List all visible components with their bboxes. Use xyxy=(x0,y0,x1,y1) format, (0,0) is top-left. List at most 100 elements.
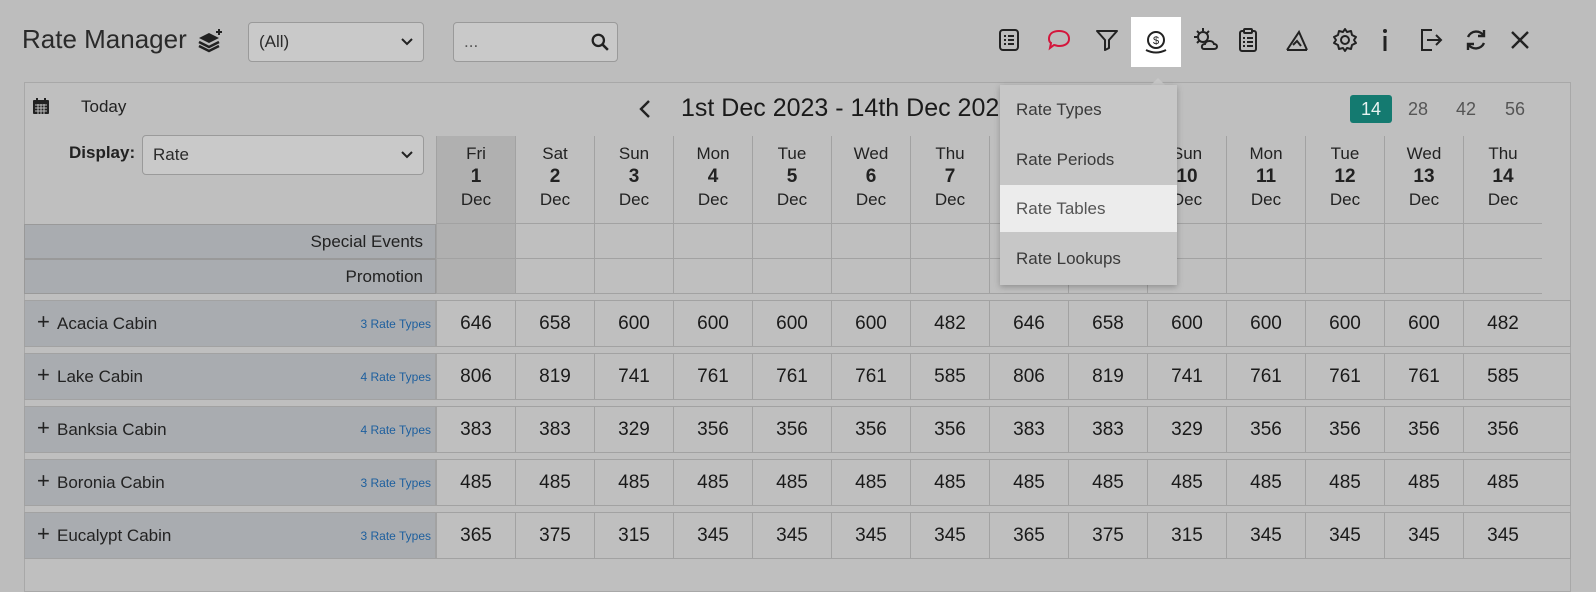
rate-cell[interactable]: 383 xyxy=(1068,406,1147,453)
special-event-cell[interactable] xyxy=(1384,224,1463,259)
rate-cell[interactable]: 383 xyxy=(989,406,1068,453)
range-28-button[interactable]: 28 xyxy=(1397,95,1439,123)
rate-cell[interactable]: 585 xyxy=(910,353,989,400)
rate-cell[interactable]: 345 xyxy=(673,512,752,559)
rate-cell[interactable]: 761 xyxy=(1384,353,1463,400)
search-input[interactable]: ... xyxy=(464,32,478,52)
room-type-name[interactable]: Eucalypt Cabin xyxy=(57,526,171,546)
rate-types-link[interactable]: 3 Rate Types xyxy=(361,529,432,543)
special-event-cell[interactable] xyxy=(910,224,989,259)
special-event-cell[interactable] xyxy=(1305,224,1384,259)
rate-cell[interactable]: 806 xyxy=(989,353,1068,400)
rate-cell[interactable]: 485 xyxy=(436,459,515,506)
rate-cell[interactable]: 761 xyxy=(831,353,910,400)
rate-cell[interactable]: 600 xyxy=(1384,300,1463,347)
promotion-cell[interactable] xyxy=(910,259,989,294)
search-box[interactable]: ... xyxy=(453,22,618,62)
special-event-cell[interactable] xyxy=(515,224,594,259)
menu-item-rate-types[interactable]: Rate Types xyxy=(1000,86,1177,133)
promotion-cell[interactable] xyxy=(1305,259,1384,294)
rate-cell[interactable]: 741 xyxy=(1147,353,1226,400)
rate-cell[interactable]: 365 xyxy=(436,512,515,559)
promotion-cell[interactable] xyxy=(515,259,594,294)
rate-cell[interactable]: 761 xyxy=(673,353,752,400)
rate-cell[interactable]: 485 xyxy=(1384,459,1463,506)
rate-cell[interactable]: 600 xyxy=(1147,300,1226,347)
room-type-name[interactable]: Acacia Cabin xyxy=(57,314,157,334)
rate-cell[interactable]: 485 xyxy=(515,459,594,506)
menu-item-rate-tables[interactable]: Rate Tables xyxy=(1000,185,1177,232)
room-type-name[interactable]: Boronia Cabin xyxy=(57,473,165,493)
promotion-cell[interactable] xyxy=(436,259,515,294)
special-event-cell[interactable] xyxy=(1463,224,1542,259)
chat-icon[interactable] xyxy=(1039,20,1079,60)
rate-cell[interactable]: 345 xyxy=(1226,512,1305,559)
promotion-cell[interactable] xyxy=(831,259,910,294)
rate-cell[interactable]: 819 xyxy=(1068,353,1147,400)
rate-cell[interactable]: 485 xyxy=(1463,459,1542,506)
rate-cell[interactable]: 482 xyxy=(910,300,989,347)
rate-cell[interactable]: 375 xyxy=(1068,512,1147,559)
rate-cell[interactable]: 485 xyxy=(752,459,831,506)
rate-cell[interactable]: 356 xyxy=(910,406,989,453)
rate-cell[interactable]: 356 xyxy=(1384,406,1463,453)
rate-cell[interactable]: 329 xyxy=(1147,406,1226,453)
rate-cell[interactable]: 345 xyxy=(1384,512,1463,559)
rate-cell[interactable]: 345 xyxy=(752,512,831,559)
clipboard-icon[interactable] xyxy=(1228,20,1268,60)
rate-cell[interactable]: 345 xyxy=(1463,512,1542,559)
rate-cell[interactable]: 485 xyxy=(910,459,989,506)
expand-plus-icon[interactable]: + xyxy=(37,470,50,492)
property-filter-select[interactable]: (All) xyxy=(248,22,424,62)
logout-icon[interactable] xyxy=(1411,20,1451,60)
promotion-cell[interactable] xyxy=(1384,259,1463,294)
rate-cell[interactable]: 356 xyxy=(752,406,831,453)
rate-cell[interactable]: 329 xyxy=(594,406,673,453)
rate-cell[interactable]: 658 xyxy=(515,300,594,347)
rate-cell[interactable]: 482 xyxy=(1463,300,1542,347)
rate-cell[interactable]: 600 xyxy=(831,300,910,347)
rate-cell[interactable]: 806 xyxy=(436,353,515,400)
rate-cell[interactable]: 485 xyxy=(594,459,673,506)
today-button[interactable]: Today xyxy=(81,97,126,117)
special-event-cell[interactable] xyxy=(594,224,673,259)
display-select[interactable]: Rate xyxy=(142,135,424,175)
range-56-button[interactable]: 56 xyxy=(1494,95,1536,123)
special-event-cell[interactable] xyxy=(1226,224,1305,259)
weather-icon[interactable] xyxy=(1186,20,1226,60)
rate-cell[interactable]: 600 xyxy=(673,300,752,347)
rate-cell[interactable]: 646 xyxy=(989,300,1068,347)
special-event-cell[interactable] xyxy=(673,224,752,259)
rate-icon[interactable]: $ xyxy=(1131,17,1181,67)
promotion-cell[interactable] xyxy=(673,259,752,294)
rate-cell[interactable]: 356 xyxy=(1305,406,1384,453)
range-42-button[interactable]: 42 xyxy=(1445,95,1487,123)
rate-cell[interactable]: 356 xyxy=(1226,406,1305,453)
rate-cell[interactable]: 741 xyxy=(594,353,673,400)
gear-icon[interactable] xyxy=(1325,20,1365,60)
rate-cell[interactable]: 600 xyxy=(1305,300,1384,347)
info-icon[interactable] xyxy=(1365,20,1405,60)
promotion-cell[interactable] xyxy=(1463,259,1542,294)
rate-cell[interactable]: 646 xyxy=(436,300,515,347)
rate-cell[interactable]: 485 xyxy=(1068,459,1147,506)
special-event-cell[interactable] xyxy=(831,224,910,259)
rate-types-link[interactable]: 4 Rate Types xyxy=(361,423,432,437)
rate-cell[interactable]: 315 xyxy=(1147,512,1226,559)
rate-cell[interactable]: 383 xyxy=(515,406,594,453)
rate-cell[interactable]: 485 xyxy=(831,459,910,506)
rate-cell[interactable]: 356 xyxy=(1463,406,1542,453)
filter-icon[interactable] xyxy=(1087,20,1127,60)
rate-cell[interactable]: 585 xyxy=(1463,353,1542,400)
close-icon[interactable] xyxy=(1500,20,1540,60)
rate-cell[interactable]: 761 xyxy=(1226,353,1305,400)
expand-plus-icon[interactable]: + xyxy=(37,311,50,333)
promotion-cell[interactable] xyxy=(594,259,673,294)
chevron-left-icon[interactable] xyxy=(636,98,656,120)
rate-cell[interactable]: 485 xyxy=(989,459,1068,506)
special-event-cell[interactable] xyxy=(752,224,831,259)
promotion-cell[interactable] xyxy=(1226,259,1305,294)
rate-cell[interactable]: 485 xyxy=(1226,459,1305,506)
expand-plus-icon[interactable]: + xyxy=(37,523,50,545)
rate-cell[interactable]: 345 xyxy=(910,512,989,559)
